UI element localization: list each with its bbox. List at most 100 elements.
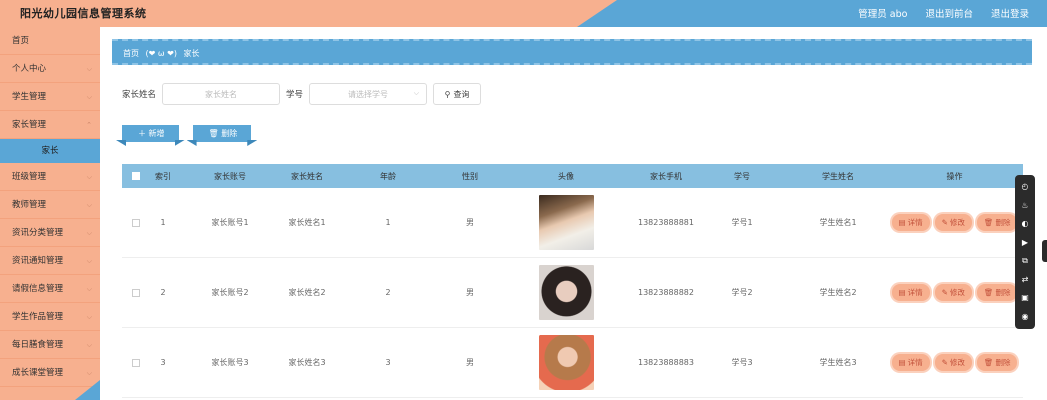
sidebar-item-student-works[interactable]: 学生作品管理 ⌵ <box>0 303 100 331</box>
sidebar-item-leave-info[interactable]: 请假信息管理 ⌵ <box>0 275 100 303</box>
parent-table: 索引 家长账号 家长姓名 年龄 性别 头像 家长手机 学号 学生姓名 操作 1 … <box>122 164 1023 398</box>
cell-index: 1 <box>160 218 166 227</box>
row-checkbox-cell <box>122 288 150 297</box>
cell-name: 家长姓名3 <box>288 358 326 367</box>
cell-sex: 男 <box>466 358 474 367</box>
camera-icon[interactable]: ◉ <box>1022 312 1029 322</box>
col-account: 家长账号 <box>214 171 246 181</box>
fire-icon[interactable]: ♨ <box>1021 201 1028 211</box>
delete-button[interactable]: 🗑 删除 <box>976 214 1018 231</box>
chevron-down-icon: ⌵ <box>86 341 92 349</box>
video-icon[interactable]: ▶ <box>1022 238 1028 248</box>
cell-student-no: 学号3 <box>731 358 753 367</box>
delete-label: 删除 <box>995 358 1011 367</box>
detail-button[interactable]: ▤ 详情 <box>891 214 930 231</box>
row-checkbox-cell <box>122 358 150 367</box>
col-phone: 家长手机 <box>650 171 682 181</box>
select-all-checkbox[interactable] <box>132 172 140 180</box>
sidebar-item-class-mgmt[interactable]: 班级管理 ⌵ <box>0 163 100 191</box>
cell-sex: 男 <box>466 218 474 227</box>
edit-button[interactable]: ✎ 修改 <box>934 214 972 231</box>
sidebar-item-label: 资讯分类管理 <box>12 228 64 238</box>
table-row: 2 家长账号2 家长姓名2 2 男 13823888882 学号2 学生姓名2 … <box>122 258 1023 328</box>
sidebar-item-news-notice[interactable]: 资讯通知管理 ⌵ <box>0 247 100 275</box>
logout-link[interactable]: 退出登录 <box>991 6 1029 20</box>
edit-button[interactable]: ✎ 修改 <box>934 284 972 301</box>
cell-avatar <box>494 335 638 390</box>
edit-label: 修改 <box>949 218 965 227</box>
select-all-cell <box>122 172 150 180</box>
edit-label: 修改 <box>949 358 965 367</box>
parent-name-input[interactable]: 家长姓名 <box>162 83 281 105</box>
cell-phone: 13823888883 <box>638 358 694 367</box>
col-sex: 性别 <box>462 171 478 181</box>
sidebar-item-personal-center[interactable]: 个人中心 ⌵ <box>0 55 100 83</box>
row-checkbox[interactable] <box>132 218 140 227</box>
device-icon[interactable]: ▣ <box>1021 293 1029 303</box>
edit-button[interactable]: ✎ 修改 <box>934 354 972 371</box>
add-button[interactable]: ＋ 新增 <box>122 125 179 142</box>
student-no-select[interactable]: 请选择学号 ⌵ <box>309 83 428 105</box>
delete-button[interactable]: 🗑 删除 <box>976 354 1018 371</box>
row-checkbox[interactable] <box>132 288 140 297</box>
query-button[interactable]: ⚲ 查询 <box>433 83 482 105</box>
document-icon: ▤ <box>898 218 906 227</box>
table-row: 3 家长账号3 家长姓名3 3 男 13823888883 学号3 学生姓名3 … <box>122 328 1023 398</box>
detail-label: 详情 <box>907 218 923 227</box>
breadcrumb-current: 家长 <box>183 49 200 58</box>
sidebar-item-parent-mgmt[interactable]: 家长管理 ⌃ <box>0 111 100 139</box>
cell-student-name: 学生姓名2 <box>819 288 857 297</box>
parent-name-label: 家长姓名 <box>122 90 157 100</box>
sidebar-item-growth-class[interactable]: 成长课堂管理 ⌵ <box>0 359 100 387</box>
admin-user-link[interactable]: 管理员 abo <box>858 6 907 20</box>
sidebar-subitem-parent[interactable]: 家长 <box>0 139 100 163</box>
cell-account: 家长账号2 <box>211 288 249 297</box>
breadcrumb-home[interactable]: 首页 <box>123 49 139 58</box>
search-icon: ⚲ <box>444 89 451 99</box>
cell-index: 2 <box>160 288 166 297</box>
sidebar-item-daily-meals[interactable]: 每日膳食管理 ⌵ <box>0 331 100 359</box>
sidebar-item-teacher-mgmt[interactable]: 教师管理 ⌵ <box>0 191 100 219</box>
trash-icon: 🗑 <box>983 218 994 227</box>
cell-index: 3 <box>160 358 166 367</box>
sidebar-item-label: 成长课堂管理 <box>12 368 64 378</box>
toolbar-edge-handle[interactable] <box>1042 240 1047 262</box>
avatar[interactable] <box>538 335 594 390</box>
crop-icon[interactable]: ⧉ <box>1022 256 1028 266</box>
batch-delete-button[interactable]: 🗑 删除 <box>192 125 252 142</box>
chevron-down-icon: ⌵ <box>86 65 92 73</box>
cell-name: 家长姓名1 <box>288 218 326 227</box>
sidebar-item-label: 学生管理 <box>12 92 47 102</box>
cell-age: 2 <box>385 288 391 297</box>
sidebar-item-student-mgmt[interactable]: 学生管理 ⌵ <box>0 83 100 111</box>
sidebar-item-home[interactable]: 首页 <box>0 27 100 55</box>
pencil-icon: ✎ <box>941 358 948 367</box>
col-name: 家长姓名 <box>291 171 323 181</box>
detail-button[interactable]: ▤ 详情 <box>891 284 930 301</box>
delete-button[interactable]: 🗑 删除 <box>976 284 1018 301</box>
delete-button-label: 删除 <box>221 129 238 138</box>
row-checkbox[interactable] <box>132 358 140 367</box>
avatar[interactable] <box>538 195 594 250</box>
detail-button[interactable]: ▤ 详情 <box>891 354 930 371</box>
palette-icon[interactable]: ◐ <box>1022 219 1029 229</box>
avatar[interactable] <box>538 265 594 320</box>
detail-label: 详情 <box>907 358 923 367</box>
student-no-label: 学号 <box>286 90 304 100</box>
cell-actions: ▤ 详情 ✎ 修改 🗑 删除 <box>886 214 1023 231</box>
chevron-down-icon: ⌵ <box>86 257 92 265</box>
delete-label: 删除 <box>995 288 1011 297</box>
col-actions: 操作 <box>946 171 963 181</box>
swap-icon[interactable]: ⇄ <box>1022 275 1029 285</box>
chevron-up-icon: ⌃ <box>86 121 92 129</box>
cell-avatar <box>494 265 638 320</box>
time-icon[interactable]: ◴ <box>1022 182 1029 192</box>
chevron-down-icon: ⌵ <box>86 285 92 293</box>
breadcrumb-separator: (❤ ω ❤) <box>145 49 177 58</box>
chevron-down-icon: ⌵ <box>86 313 92 321</box>
cell-account: 家长账号1 <box>211 218 249 227</box>
exit-to-front-link[interactable]: 退出到前台 <box>925 6 973 20</box>
sidebar-item-news-category[interactable]: 资讯分类管理 ⌵ <box>0 219 100 247</box>
trash-icon: 🗑 <box>983 358 994 367</box>
chevron-down-icon: ⌵ <box>86 173 92 181</box>
